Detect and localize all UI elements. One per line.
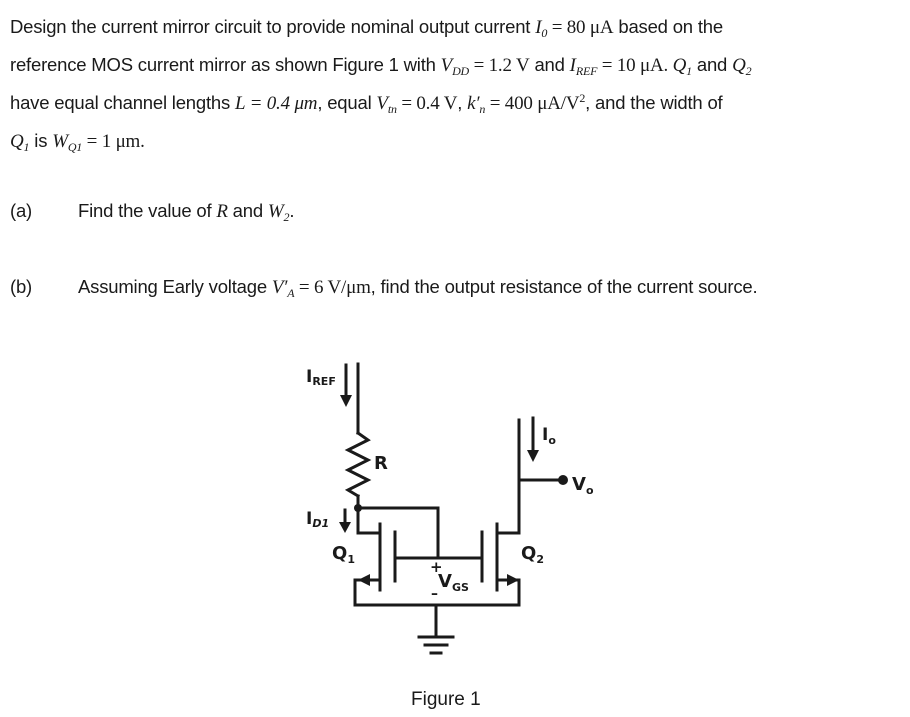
vo-label: Vo	[572, 474, 594, 497]
q1-label: Q1	[332, 543, 355, 566]
resistor-r	[344, 430, 372, 499]
resistor-label: R	[374, 453, 388, 474]
q1-drain-wire	[356, 506, 382, 535]
vgs-label: VGS	[438, 571, 469, 594]
drain-node-dot	[354, 504, 362, 512]
io-arrow-head	[527, 450, 539, 462]
iref-arrow-head	[340, 395, 352, 407]
q2-label: Q2	[521, 543, 544, 566]
q1-source-arrow-head	[358, 574, 370, 586]
vgs-minus-label: –	[431, 586, 438, 602]
q2-source-arrow-head	[507, 574, 519, 586]
id1-arrow-head	[339, 522, 351, 533]
current-mirror-circuit: IREF R ID1 Q1 Q2 Io Vo + VGS –	[306, 362, 594, 655]
iref-label: IREF	[306, 367, 336, 388]
figure-caption: Figure 1	[411, 689, 481, 710]
q2-drain-wire	[495, 418, 521, 535]
output-terminal-dot	[558, 475, 568, 485]
id1-label: ID1	[306, 509, 329, 530]
io-label: Io	[542, 425, 556, 447]
